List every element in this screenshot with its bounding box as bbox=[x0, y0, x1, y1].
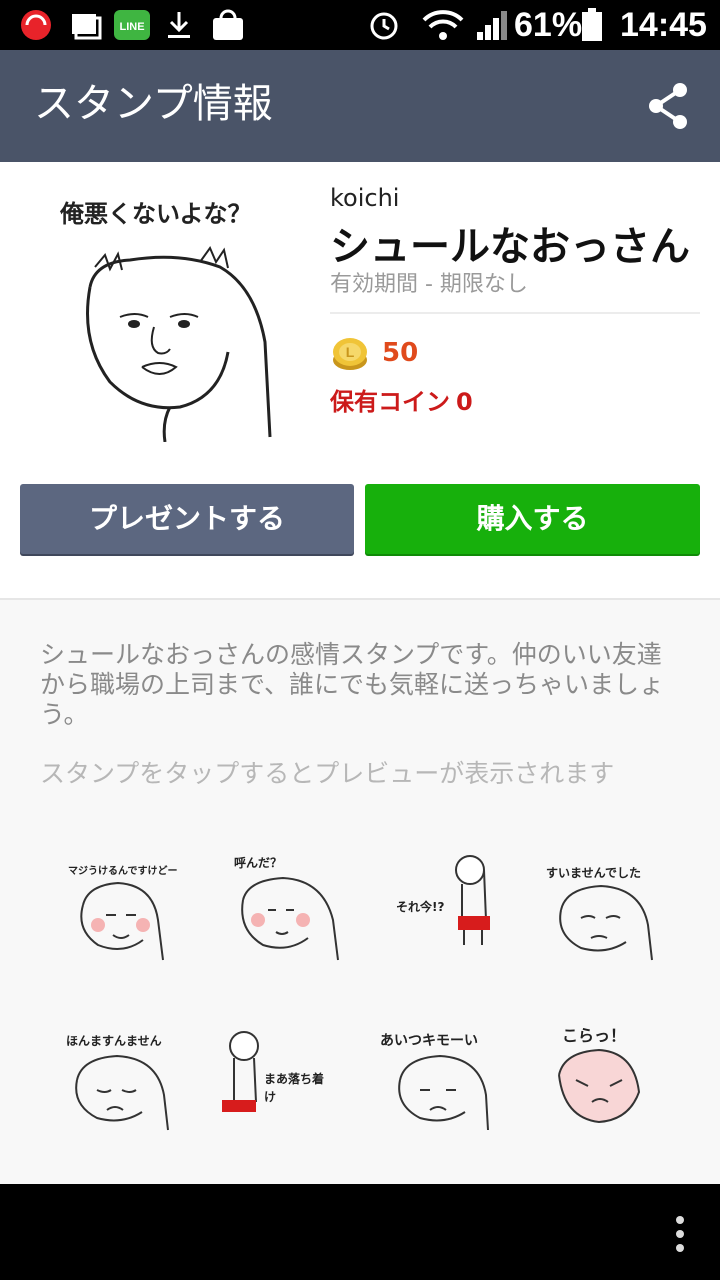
sticker-caption: マジうけるんですけどー bbox=[68, 866, 178, 877]
price: 50 bbox=[382, 338, 419, 368]
svg-text:L: L bbox=[346, 344, 355, 360]
page-title: スタンプ情報 bbox=[34, 81, 273, 127]
signal-icon bbox=[477, 11, 507, 40]
sticker-caption: すいませんでした bbox=[546, 866, 642, 880]
author-name: koichi bbox=[330, 184, 400, 212]
sticker-caption: 呼んだ？ bbox=[234, 856, 283, 870]
sticker-item[interactable]: まあ落ち着け bbox=[212, 1020, 332, 1140]
present-button[interactable]: プレゼントする bbox=[20, 484, 354, 554]
validity-text: 有効期間 - 期限なし bbox=[330, 272, 528, 297]
preview-hint: スタンプをタップするとプレビューが表示されます bbox=[40, 759, 615, 788]
share-icon[interactable] bbox=[644, 80, 696, 132]
navigation-bar bbox=[0, 1184, 720, 1280]
svg-text:LINE: LINE bbox=[119, 21, 144, 33]
main-sticker-caption: 俺悪くないよな？ bbox=[59, 200, 252, 228]
sticker-caption: それ今!? bbox=[396, 900, 445, 914]
pack-description: シュールなおっさんの感情スタンプです。仲のいい友達から職場の上司まで、誰にでも気… bbox=[40, 640, 665, 729]
sticker-info-panel: 俺悪くないよな？ koichi シュールなおっさん 有効期間 - 期限なし L … bbox=[0, 162, 720, 600]
owned-coins-label: 保有コイン bbox=[330, 388, 450, 416]
photos-icon bbox=[72, 14, 102, 40]
download-icon bbox=[168, 12, 190, 38]
sticker-item[interactable]: こらっ！ bbox=[544, 1020, 664, 1140]
clock: 14:45 bbox=[620, 6, 707, 44]
battery-icon bbox=[582, 8, 602, 41]
sticker-item[interactable]: マジうけるんですけどー bbox=[58, 850, 178, 970]
divider bbox=[330, 312, 700, 314]
app-bar: スタンプ情報 bbox=[0, 50, 720, 162]
sticker-item[interactable]: あいつキモーい bbox=[380, 1020, 500, 1140]
overflow-menu-icon[interactable] bbox=[672, 1214, 688, 1254]
battery-percent: 61% bbox=[514, 6, 583, 44]
main-sticker-image: 俺悪くないよな？ bbox=[50, 192, 290, 442]
sticker-item[interactable]: ほんますんません bbox=[62, 1020, 182, 1140]
coin-icon: L bbox=[333, 338, 367, 370]
sticker-caption: まあ落ち着け bbox=[264, 1072, 325, 1104]
owned-coins: 保有コイン 0 bbox=[330, 382, 473, 417]
sticker-caption: こらっ！ bbox=[562, 1026, 627, 1045]
pack-title: シュールなおっさん bbox=[330, 224, 690, 270]
sticker-item[interactable]: 呼んだ？ bbox=[228, 850, 348, 970]
sticker-caption: あいつキモーい bbox=[380, 1033, 478, 1049]
wifi-icon bbox=[422, 10, 464, 40]
status-bar: LINE 61% 14:45 bbox=[0, 0, 720, 50]
trend-micro-icon bbox=[21, 10, 51, 40]
alarm-icon bbox=[370, 12, 398, 40]
buy-button[interactable]: 購入する bbox=[365, 484, 700, 554]
sticker-caption: ほんますんません bbox=[66, 1034, 162, 1048]
line-icon: LINE bbox=[114, 10, 150, 40]
market-icon bbox=[213, 9, 243, 40]
sticker-item[interactable]: すいませんでした bbox=[546, 850, 666, 970]
owned-coins-value: 0 bbox=[456, 388, 473, 416]
sticker-item[interactable]: それ今!? bbox=[392, 850, 512, 970]
